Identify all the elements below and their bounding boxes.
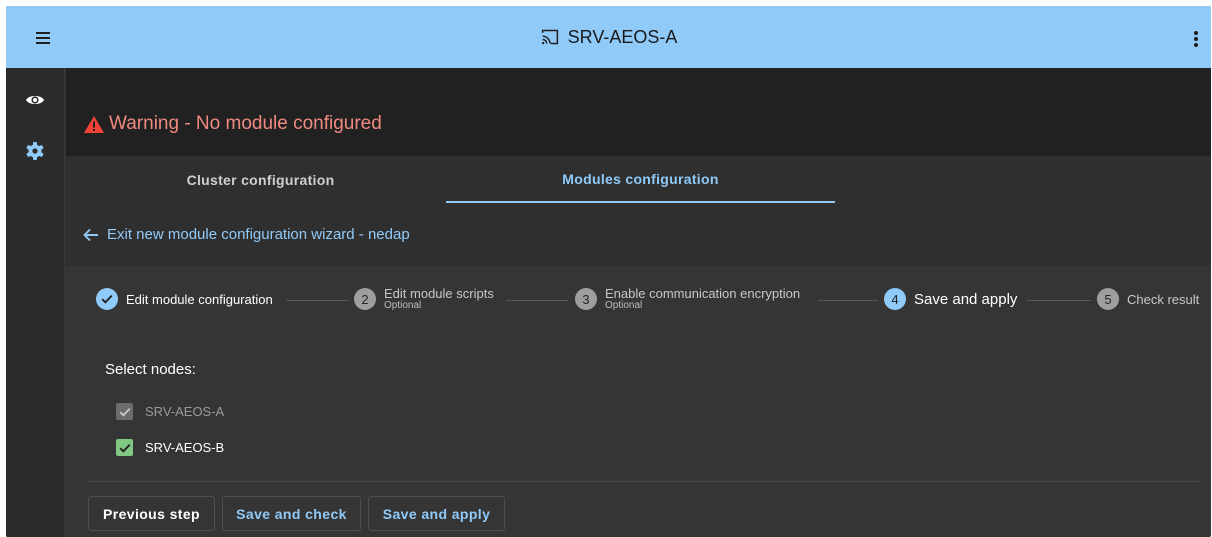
- config-tabs: Cluster configuration Modules configurat…: [66, 156, 1211, 206]
- warning-message: Warning - No module configured: [83, 113, 382, 135]
- select-nodes-label: Select nodes:: [105, 361, 196, 378]
- step-number: 2: [354, 288, 376, 310]
- step-save-and-apply[interactable]: 4 Save and apply: [884, 286, 1017, 312]
- warning-icon: [84, 115, 104, 133]
- step-label: Edit module scripts: [384, 286, 494, 301]
- exit-wizard-link[interactable]: Exit new module configuration wizard - n…: [83, 226, 410, 243]
- warning-text: Warning - No module configured: [109, 113, 382, 134]
- title-area: SRV-AEOS-A: [6, 6, 1211, 68]
- top-app-bar: SRV-AEOS-A: [6, 6, 1211, 68]
- step-number: 4: [884, 288, 906, 310]
- exit-wizard-label: Exit new module configuration wizard - n…: [107, 226, 410, 243]
- wizard-header: Exit new module configuration wizard - n…: [66, 206, 1211, 266]
- step-check-result[interactable]: 5 Check result: [1097, 286, 1199, 312]
- checkbox-checked-icon: [116, 403, 133, 420]
- arrow-back-icon: [83, 228, 98, 241]
- step-label: Edit module configuration: [126, 291, 273, 307]
- cast-icon: [541, 29, 558, 45]
- divider: [88, 481, 1199, 482]
- tab-modules-configuration[interactable]: Modules configuration: [446, 156, 835, 203]
- save-and-check-button[interactable]: Save and check: [222, 496, 361, 531]
- node-name: SRV-AEOS-B: [145, 440, 225, 455]
- wizard-stepper: Edit module configuration 2 Edit module …: [66, 266, 1211, 330]
- step-enable-communication-encryption[interactable]: 3 Enable communication encryption Option…: [575, 286, 800, 312]
- save-and-apply-button[interactable]: Save and apply: [368, 496, 505, 531]
- step-connector: [286, 300, 348, 301]
- eye-icon[interactable]: [23, 88, 47, 112]
- node-name: SRV-AEOS-A: [145, 404, 225, 419]
- step-sublabel: Optional: [384, 300, 422, 311]
- step-connector: [1027, 300, 1091, 301]
- step-number: 3: [575, 288, 597, 310]
- step-connector: [506, 300, 568, 301]
- more-vert-icon[interactable]: [1191, 28, 1201, 48]
- step-edit-module-scripts[interactable]: 2 Edit module scripts Optional: [354, 286, 494, 312]
- gear-icon[interactable]: [23, 139, 47, 163]
- tab-cluster-configuration[interactable]: Cluster configuration: [66, 156, 455, 203]
- app-title: SRV-AEOS-A: [567, 26, 678, 47]
- save-apply-panel: Select nodes: SRV-AEOS-A SRV-AEOS-B Prev…: [66, 330, 1211, 537]
- node-checkbox-srv-aeos-b[interactable]: SRV-AEOS-B: [116, 439, 224, 456]
- node-checkbox-srv-aeos-a[interactable]: SRV-AEOS-A: [116, 403, 224, 420]
- side-navigation: [6, 68, 65, 537]
- step-number: 5: [1097, 288, 1119, 310]
- step-edit-module-configuration[interactable]: Edit module configuration: [96, 286, 273, 312]
- main-content: Warning - No module configured Cluster c…: [66, 68, 1211, 537]
- warning-bar: Warning - No module configured: [66, 68, 1211, 156]
- check-icon: [96, 288, 118, 310]
- checkbox-checked-icon: [116, 439, 133, 456]
- step-label: Enable communication encryption: [605, 286, 801, 301]
- step-connector: [818, 300, 878, 301]
- app-window: SRV-AEOS-A Warning - No module configure…: [6, 6, 1211, 537]
- step-sublabel: Optional: [605, 300, 643, 311]
- step-label: Check result: [1127, 291, 1200, 307]
- previous-step-button[interactable]: Previous step: [88, 496, 215, 531]
- step-label: Save and apply: [914, 290, 1018, 308]
